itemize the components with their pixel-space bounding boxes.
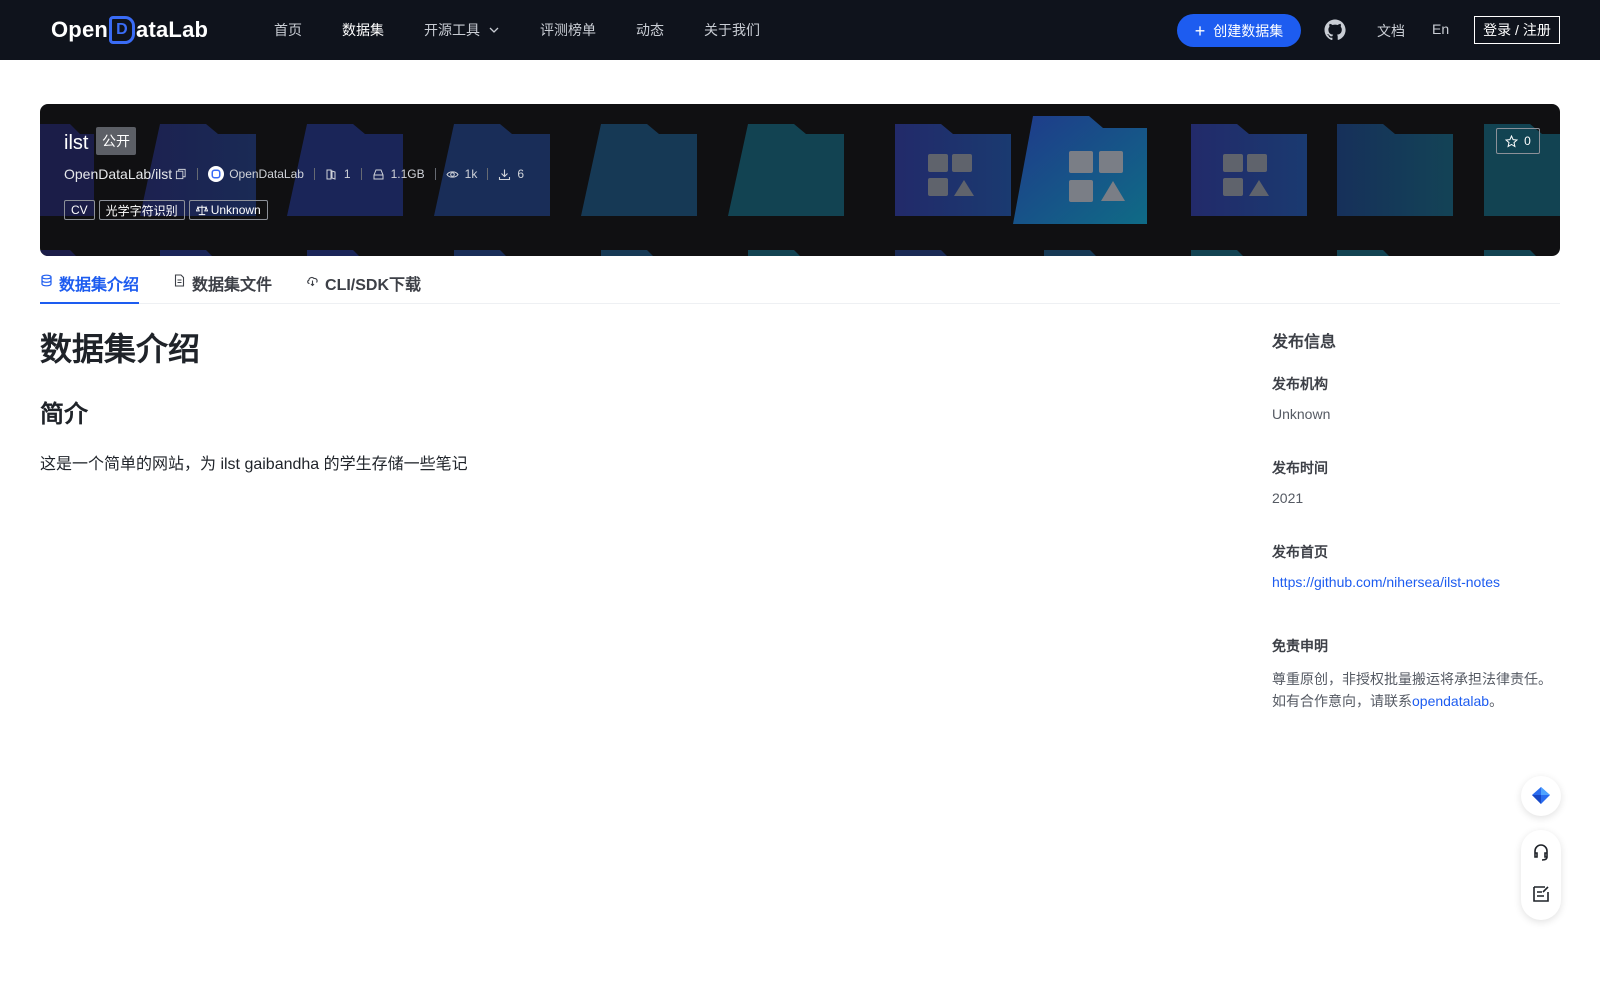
logo-text-datalab: ataLab	[136, 17, 209, 42]
create-dataset-label: 创建数据集	[1213, 22, 1284, 39]
language-switch[interactable]: En	[1432, 21, 1449, 37]
visibility-badge: 公开	[96, 127, 136, 155]
dataset-size-value: 1.1GB	[390, 167, 425, 181]
top-navbar: Open DataLab 首页 数据集 开源工具 评测榜单 动态 关于我们 + 创…	[0, 0, 1600, 60]
disclaimer-end: 。	[1489, 693, 1504, 709]
meta-divider	[313, 168, 315, 180]
star-count: 0	[1524, 134, 1531, 148]
publish-info-sidebar: 发布信息 发布机构 Unknown 发布时间 2021 发布首页 https:/…	[1272, 328, 1562, 712]
star-button[interactable]: 0	[1496, 128, 1540, 154]
org-logo-icon	[208, 166, 225, 182]
assistant-button[interactable]	[1521, 776, 1561, 816]
dataset-meta-row: OpenDataLab/ilst OpenDataLab 1 1.1GB 1k …	[64, 164, 524, 184]
star-icon	[1505, 134, 1519, 148]
disclaimer-text: 尊重原创，非授权批量搬运将承担法律责任。如有合作意向，请联系opendatala…	[1272, 668, 1562, 712]
publish-date-label: 发布时间	[1272, 460, 1328, 476]
login-register-button[interactable]: 登录 / 注册	[1474, 16, 1560, 44]
tab-dataset-intro[interactable]: 数据集介绍	[40, 264, 140, 304]
download-count-value: 6	[517, 167, 525, 181]
tag-ocr[interactable]: 光学字符识别	[98, 200, 185, 220]
nav-link-label: 关于我们	[704, 22, 760, 38]
dataset-tabs: 数据集介绍 数据集文件 CLI/SDK下载	[40, 264, 1560, 304]
copy-icon[interactable]	[175, 168, 187, 180]
meta-divider	[434, 168, 436, 180]
dataset-title: ilst	[64, 132, 89, 154]
nav-link-about[interactable]: 关于我们	[704, 20, 760, 40]
opendatalab-logo[interactable]: Open DataLab	[51, 15, 208, 45]
dataset-banner: ilst 公开 OpenDataLab/ilst OpenDataLab 1 1…	[40, 104, 1560, 256]
dataset-size: 1.1GB	[372, 167, 425, 181]
license-tag[interactable]: Unknown	[188, 200, 268, 220]
storage-icon	[373, 169, 384, 179]
headset-icon[interactable]	[1531, 842, 1551, 862]
homepage-label: 发布首页	[1272, 544, 1328, 560]
page-title: 数据集介绍	[40, 331, 201, 367]
floating-toolbar	[1521, 830, 1561, 920]
tab-label: 数据集文件	[192, 277, 273, 294]
tab-cli-sdk-download[interactable]: CLI/SDK下载	[306, 264, 421, 304]
view-count: 1k	[446, 167, 478, 181]
nav-link-open-source-tools[interactable]: 开源工具	[424, 20, 500, 40]
tab-dataset-files[interactable]: 数据集文件	[173, 264, 272, 304]
nav-link-news[interactable]: 动态	[636, 20, 664, 40]
publisher-value: Unknown	[1272, 406, 1331, 422]
main-nav: 首页 数据集 开源工具 评测榜单 动态 关于我们	[274, 0, 800, 60]
nav-link-label: 首页	[274, 22, 302, 38]
nav-link-label: 动态	[636, 22, 664, 38]
meta-divider	[360, 168, 362, 180]
file-count-value: 1	[343, 167, 351, 181]
tag-list: CV 光学字符识别 Unknown	[64, 200, 272, 220]
scale-icon	[195, 205, 208, 216]
tag-cv[interactable]: CV	[64, 200, 95, 220]
meta-divider	[487, 168, 489, 180]
organization[interactable]: OpenDataLab	[208, 166, 304, 182]
publish-info-title: 发布信息	[1272, 334, 1337, 351]
database-icon	[41, 274, 52, 287]
docs-link[interactable]: 文档	[1377, 21, 1405, 41]
tab-label: CLI/SDK下载	[325, 277, 422, 294]
dataset-description: 这是一个简单的网站，为 ilst gaibandha 的学生存储一些笔记	[40, 456, 468, 473]
nav-link-home[interactable]: 首页	[274, 20, 302, 40]
file-count: 1	[325, 167, 351, 181]
organization-name: OpenDataLab	[229, 167, 304, 181]
contact-link[interactable]: opendatalab	[1412, 693, 1489, 709]
github-icon[interactable]	[1323, 18, 1347, 42]
file-icon	[174, 274, 185, 287]
diamond-logo-icon	[1532, 787, 1550, 804]
plus-icon: +	[1194, 20, 1206, 41]
files-icon	[326, 169, 336, 180]
section-heading-intro: 简介	[40, 401, 88, 428]
license-value: Unknown	[210, 203, 261, 217]
homepage-link[interactable]: https://github.com/nihersea/ilst-notes	[1272, 574, 1562, 590]
disclaimer-label: 免责申明	[1272, 638, 1328, 654]
nav-link-label: 数据集	[342, 22, 384, 38]
banner-content: ilst 公开 OpenDataLab/ilst OpenDataLab 1 1…	[40, 104, 1560, 256]
nav-link-label: 开源工具	[424, 22, 480, 38]
view-count-value: 1k	[464, 167, 478, 181]
dataset-intro-content: 数据集介绍 简介 这是一个简单的网站，为 ilst gaibandha 的学生存…	[40, 325, 1190, 477]
cloud-download-icon	[307, 276, 318, 287]
logo-text-open: Open	[51, 17, 109, 42]
publisher-label: 发布机构	[1272, 376, 1328, 392]
nav-link-label: 评测榜单	[540, 22, 596, 38]
publish-date-value: 2021	[1272, 490, 1304, 506]
download-count: 6	[498, 167, 524, 181]
tab-label: 数据集介绍	[59, 277, 140, 294]
meta-divider	[197, 168, 199, 180]
nav-link-datasets[interactable]: 数据集	[342, 20, 384, 40]
logo-d-mark: D	[109, 16, 136, 44]
feedback-icon[interactable]	[1531, 884, 1551, 904]
dataset-path: OpenDataLab/ilst	[64, 166, 173, 182]
download-icon	[499, 169, 511, 180]
chevron-down-icon	[489, 27, 499, 33]
eye-icon	[446, 170, 459, 178]
create-dataset-button[interactable]: + 创建数据集	[1177, 14, 1301, 47]
nav-link-leaderboard[interactable]: 评测榜单	[540, 20, 596, 40]
